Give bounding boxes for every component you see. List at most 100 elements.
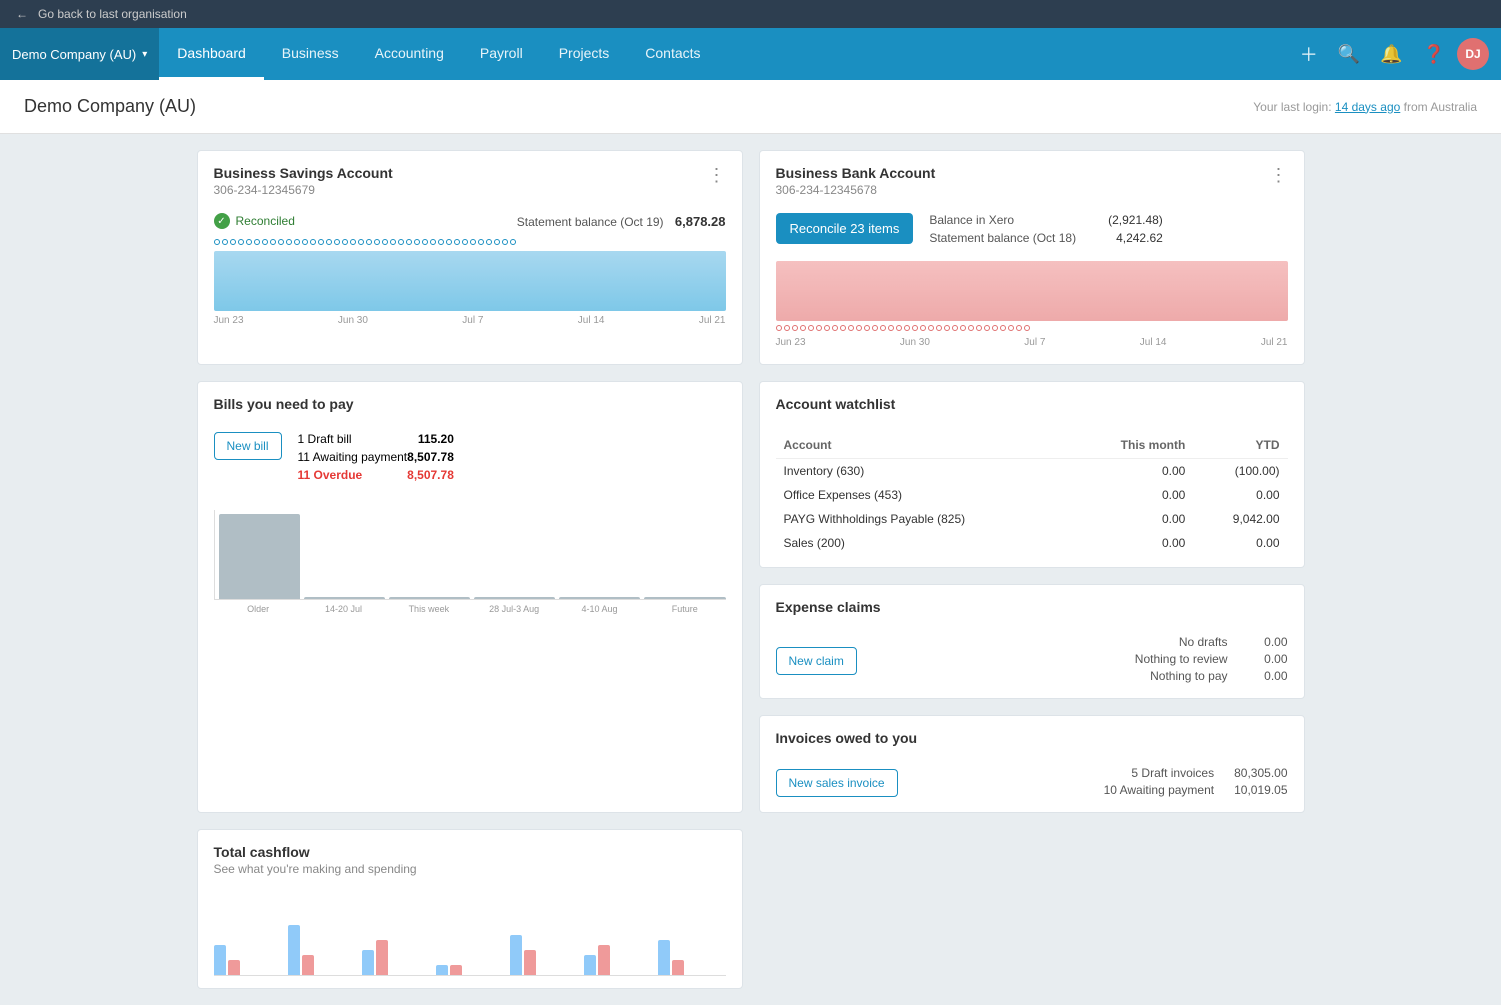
claims-stats: No drafts 0.00 Nothing to review 0.00 No… — [1135, 635, 1288, 686]
bills-bar-chart — [214, 510, 726, 600]
nav-contacts[interactable]: Contacts — [627, 28, 718, 80]
watchlist-row: PAYG Withholdings Payable (825) 0.00 9,0… — [776, 507, 1288, 531]
cashflow-bar-pos — [214, 945, 226, 975]
bar-future — [644, 597, 725, 599]
cashflow-bar-pos — [288, 925, 300, 975]
last-login-time[interactable]: 14 days ago — [1335, 100, 1400, 114]
business-bank-account-number: 306-234-12345678 — [776, 183, 936, 197]
watchlist-account: Office Expenses (453) — [776, 483, 1073, 507]
search-icon[interactable]: 🔍 — [1330, 38, 1368, 71]
watchlist-row: Sales (200) 0.00 0.00 — [776, 531, 1288, 555]
watchlist-body: Account This month YTD Inventory (630) 0… — [760, 420, 1304, 567]
bank-chart-labels: Jun 23 Jun 30 Jul 7 Jul 14 Jul 21 — [776, 333, 1288, 356]
cashflow-bar-group — [436, 965, 504, 975]
draft-bill-row: 1 Draft bill 115.20 — [298, 432, 454, 446]
cashflow-bar-group — [584, 945, 652, 975]
nav-projects[interactable]: Projects — [541, 28, 628, 80]
new-sales-invoice-button[interactable]: New sales invoice — [776, 769, 898, 797]
reconciled-badge: ✓ Reconciled — [214, 213, 295, 229]
new-bill-button[interactable]: New bill — [214, 432, 282, 460]
watchlist-row: Office Expenses (453) 0.00 0.00 — [776, 483, 1288, 507]
cashflow-bar-neg — [228, 960, 240, 975]
business-bank-title: Business Bank Account — [776, 165, 936, 181]
bills-body: New bill 1 Draft bill 115.20 11 Awaiting… — [198, 420, 742, 626]
bank-chart-bar — [776, 261, 1288, 321]
right-column: Account watchlist Account This month YTD… — [759, 381, 1305, 813]
watchlist-col-this-month: This month — [1072, 432, 1193, 459]
top-bar[interactable]: ← Go back to last organisation — [0, 0, 1501, 28]
cashflow-bar-pos — [510, 935, 522, 975]
watchlist-col-account: Account — [776, 432, 1073, 459]
bills-flex: New bill 1 Draft bill 115.20 11 Awaiting… — [214, 432, 726, 498]
reconcile-section: Reconcile 23 items Balance in Xero (2,92… — [760, 205, 1304, 257]
business-bank-menu[interactable]: ⋮ — [1270, 165, 1288, 186]
cashflow-body — [198, 884, 742, 988]
expense-claims-title: Expense claims — [776, 599, 881, 615]
cashflow-bar-group — [288, 925, 356, 975]
cashflow-bar-neg — [302, 955, 314, 975]
invoices-card: Invoices owed to you New sales invoice 5… — [759, 715, 1305, 813]
cashflow-bar-neg — [376, 940, 388, 975]
expense-claims-card: Expense claims New claim No drafts 0.00 … — [759, 584, 1305, 699]
cashflow-bar-neg — [672, 960, 684, 975]
bills-title: Bills you need to pay — [214, 396, 354, 412]
watchlist-this-month: 0.00 — [1072, 459, 1193, 484]
bills-card: Bills you need to pay New bill 1 Draft b… — [197, 381, 743, 813]
nothing-to-review-row: Nothing to review 0.00 — [1135, 652, 1288, 666]
bar-4-10-aug — [559, 597, 640, 599]
help-icon[interactable]: ❓ — [1415, 38, 1453, 71]
chevron-down-icon: ▾ — [142, 49, 147, 60]
reconcile-button[interactable]: Reconcile 23 items — [776, 213, 914, 244]
notifications-icon[interactable]: 🔔 — [1372, 38, 1410, 71]
watchlist-account: Sales (200) — [776, 531, 1073, 555]
savings-chart-labels: Jun 23 Jun 30 Jul 7 Jul 14 Jul 21 — [214, 311, 726, 334]
business-savings-status-row: ✓ Reconciled Statement balance (Oct 19) … — [198, 205, 742, 237]
nav-accounting[interactable]: Accounting — [357, 28, 462, 80]
watchlist-ytd: 0.00 — [1193, 483, 1287, 507]
check-circle-icon: ✓ — [214, 213, 230, 229]
statement-balance-info: Statement balance (Oct 19) 6,878.28 — [517, 214, 726, 229]
nav-dashboard[interactable]: Dashboard — [159, 28, 264, 80]
nav-business[interactable]: Business — [264, 28, 357, 80]
cashflow-bar-neg — [598, 945, 610, 975]
draft-invoices-row: 5 Draft invoices 80,305.00 — [1104, 766, 1288, 780]
cashflow-bar-group — [214, 945, 282, 975]
watchlist-table: Account This month YTD Inventory (630) 0… — [776, 432, 1288, 555]
no-drafts-row: No drafts 0.00 — [1135, 635, 1288, 649]
cashflow-header: Total cashflow See what you're making an… — [198, 830, 742, 884]
cashflow-bar-neg — [524, 950, 536, 975]
org-name: Demo Company (AU) — [12, 47, 136, 62]
cashflow-bar-group — [362, 940, 430, 975]
watchlist-ytd: 0.00 — [1193, 531, 1287, 555]
expense-claims-header: Expense claims — [760, 585, 1304, 623]
cashflow-bar-group — [658, 940, 726, 975]
bills-chart-area: Older 14-20 Jul This week 28 Jul-3 Aug 4… — [214, 510, 726, 614]
overdue-row: 11 Overdue 8,507.78 — [298, 468, 454, 482]
watchlist-this-month: 0.00 — [1072, 507, 1193, 531]
avatar[interactable]: DJ — [1457, 38, 1489, 70]
savings-chart-dots — [214, 237, 726, 247]
bar-this-week — [389, 597, 470, 599]
business-savings-menu[interactable]: ⋮ — [708, 165, 726, 186]
balance-details: Balance in Xero (2,921.48) Statement bal… — [929, 213, 1162, 249]
cashflow-bar-pos — [584, 955, 596, 975]
nav-links: Dashboard Business Accounting Payroll Pr… — [159, 28, 1291, 80]
watchlist-account: Inventory (630) — [776, 459, 1073, 484]
org-selector[interactable]: Demo Company (AU) ▾ — [0, 28, 159, 80]
invoices-header: Invoices owed to you — [760, 716, 1304, 754]
dashboard-grid: Business Savings Account 306-234-1234567… — [181, 134, 1321, 1005]
cashflow-bar-pos — [362, 950, 374, 975]
bank-chart-dots — [776, 323, 1288, 333]
new-claim-button[interactable]: New claim — [776, 647, 857, 675]
watchlist-this-month: 0.00 — [1072, 483, 1193, 507]
bar-older — [219, 514, 300, 599]
add-button[interactable]: ＋ — [1292, 35, 1326, 73]
nav-payroll[interactable]: Payroll — [462, 28, 541, 80]
business-savings-title: Business Savings Account — [214, 165, 393, 181]
page-header: Demo Company (AU) Your last login: 14 da… — [0, 80, 1501, 134]
watchlist-row: Inventory (630) 0.00 (100.00) — [776, 459, 1288, 484]
awaiting-payment-invoices-row: 10 Awaiting payment 10,019.05 — [1104, 783, 1288, 797]
cashflow-bar-pos — [658, 940, 670, 975]
business-savings-header: Business Savings Account 306-234-1234567… — [198, 151, 742, 205]
watchlist-col-ytd: YTD — [1193, 432, 1287, 459]
